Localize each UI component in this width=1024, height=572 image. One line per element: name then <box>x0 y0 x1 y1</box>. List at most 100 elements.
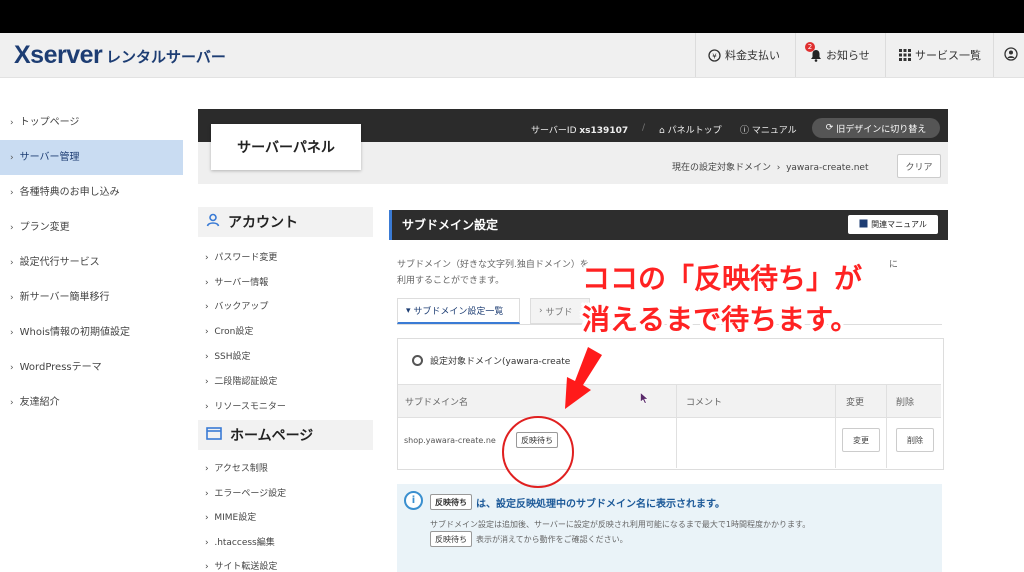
manual-link[interactable]: ⓘ マニュアル <box>740 123 797 136</box>
menu-item-label: .htaccess編集 <box>214 538 275 548</box>
menu-item-mime[interactable]: › MIME設定 <box>205 510 256 523</box>
manual-label: マニュアル <box>751 126 797 136</box>
radio-button[interactable] <box>412 355 423 366</box>
sidebar: › トップページ › サーバー管理 › 各種特典のお申し込み › プラン変更 › 設定代行… <box>0 105 183 420</box>
menu-item-label: バックアップ <box>214 302 269 312</box>
sidebar-item-label: 各種特典のお申し込み <box>19 187 120 198</box>
pending-status-badge: 反映待ち <box>430 494 472 510</box>
sidebar-item-server-management[interactable]: › サーバー管理 <box>0 140 183 175</box>
notice-count-badge: 2 <box>805 41 815 52</box>
column-header-change: 変更 <box>846 398 865 408</box>
billing-label: 料金支払い <box>725 49 780 62</box>
tab-label: サブド <box>545 307 573 318</box>
chevron-right-icon: › <box>10 293 14 303</box>
chevron-right-icon: › <box>10 398 14 408</box>
tab-label: サブドメイン設定一覧 <box>413 307 504 317</box>
sidebar-item-plan-change[interactable]: › プラン変更 <box>0 210 183 245</box>
description-line-2: 利用することができます。 <box>397 276 505 286</box>
menu-item-error-page[interactable]: › エラーページ設定 <box>205 486 286 499</box>
menu-item-cron[interactable]: › Cron設定 <box>205 324 253 337</box>
notices-label: お知らせ <box>826 49 870 62</box>
change-button[interactable]: 変更 <box>842 428 880 452</box>
target-domain-radio[interactable]: 設定対象ドメイン(yawara-create <box>412 354 570 367</box>
info-line-3: 反映待ち 表示が消えてから動作をご確認ください。 <box>430 531 628 547</box>
brand-logo[interactable]: Xserver <box>14 41 103 70</box>
column-header-name: サブドメイン名 <box>405 398 469 408</box>
clear-button[interactable]: クリア <box>897 154 941 178</box>
sidebar-item-benefits[interactable]: › 各種特典のお申し込み <box>0 175 183 210</box>
radio-label: 設定対象ドメイン(yawara-create <box>430 357 571 367</box>
pending-status-badge: 反映待ち <box>430 531 472 547</box>
chevron-down-icon: ▾ <box>406 305 414 316</box>
related-manual-button[interactable]: 関連マニュアル <box>848 215 938 234</box>
tab-subdomain-add[interactable]: › サブド <box>530 298 590 324</box>
homepage-menu-header: ホームページ <box>198 420 373 450</box>
book-icon <box>859 219 868 230</box>
home-icon: ⌂ <box>659 126 665 136</box>
menu-item-label: サイト転送設定 <box>214 562 278 572</box>
chevron-right-icon: › <box>10 258 14 268</box>
subdomain-name: shop.yawara-create.ne <box>404 436 496 445</box>
chevron-right-icon: › <box>10 118 14 128</box>
menu-item-site-transfer[interactable]: › サイト転送設定 <box>205 559 277 572</box>
sidebar-item-label: Whois情報の初期値設定 <box>19 327 130 338</box>
menu-item-access-restriction[interactable]: › アクセス制限 <box>205 461 268 474</box>
sidebar-item-label: 友達紹介 <box>19 397 60 408</box>
sidebar-item-migration[interactable]: › 新サーバー簡単移行 <box>0 280 183 315</box>
switch-old-design-button[interactable]: ⟳ 旧デザインに切り替え <box>812 118 940 138</box>
notices-link[interactable]: 2 お知らせ <box>805 41 870 63</box>
sidebar-item-whois[interactable]: › Whois情報の初期値設定 <box>0 315 183 350</box>
separator-icon: › <box>773 163 784 173</box>
menu-item-ssh[interactable]: › SSH設定 <box>205 349 251 362</box>
column-divider <box>676 384 677 468</box>
panel-top-link[interactable]: ⌂ パネルトップ <box>659 123 722 136</box>
delete-button[interactable]: 削除 <box>896 428 934 452</box>
chevron-right-icon: › <box>10 153 14 163</box>
related-manual-label: 関連マニュアル <box>871 220 927 229</box>
menu-item-password-change[interactable]: › パスワード変更 <box>205 250 277 263</box>
account-menu-header: アカウント <box>198 207 373 237</box>
chevron-right-icon: › <box>10 188 14 198</box>
sidebar-item-label: 新サーバー簡単移行 <box>19 292 110 303</box>
top-header: Xserver レンタルサーバー ¥ 料金支払い 2 お知らせ サービス一覧 <box>0 33 1024 78</box>
window-icon <box>206 426 222 444</box>
account-menu-button[interactable] <box>1004 47 1018 61</box>
menu-item-label: エラーページ設定 <box>214 489 287 499</box>
tab-subdomain-list[interactable]: ▾ サブドメイン設定一覧 <box>397 298 520 324</box>
sidebar-item-setup-service[interactable]: › 設定代行サービス <box>0 245 183 280</box>
panel-header-separator: / <box>642 123 646 133</box>
user-icon <box>1004 47 1018 61</box>
info-line-1: 反映待ち は、設定反映処理中のサブドメイン名に表示されます。 <box>430 494 725 510</box>
billing-link[interactable]: ¥ 料金支払い <box>708 47 780 63</box>
chevron-right-icon: › <box>10 328 14 338</box>
services-link[interactable]: サービス一覧 <box>899 47 981 63</box>
menu-item-label: 二段階認証設定 <box>214 377 278 387</box>
target-domain-value: yawara-create.net <box>786 163 869 173</box>
menu-item-resource-monitor[interactable]: › リソースモニター <box>205 399 286 412</box>
sidebar-item-referral[interactable]: › 友達紹介 <box>0 385 183 420</box>
column-header-delete: 削除 <box>896 398 915 408</box>
sidebar-item-label: 設定代行サービス <box>19 257 100 268</box>
column-divider <box>835 384 836 468</box>
menu-item-htaccess[interactable]: › .htaccess編集 <box>205 535 275 548</box>
menu-item-server-info[interactable]: › サーバー情報 <box>205 275 268 288</box>
sidebar-item-label: トップページ <box>19 117 80 128</box>
sidebar-item-top[interactable]: › トップページ <box>0 105 183 140</box>
info-text-2: サブドメイン設定は追加後、サーバーに設定が反映され利用可能になるまで最大で1時間… <box>430 520 811 529</box>
menu-item-label: リソースモニター <box>214 402 286 412</box>
column-header-comment: コメント <box>686 398 723 408</box>
menu-item-label: パスワード変更 <box>214 253 278 263</box>
chevron-right-icon: › <box>10 363 14 373</box>
menu-item-2fa[interactable]: › 二段階認証設定 <box>205 374 277 387</box>
bell-icon: 2 <box>805 41 822 62</box>
sidebar-item-wordpress-theme[interactable]: › WordPressテーマ <box>0 350 183 385</box>
annotation-line-2: 消えるまで待ちます。 <box>582 303 859 336</box>
annotation-line-1: ココの「反映待ち」が <box>582 262 863 295</box>
yen-icon: ¥ <box>708 48 721 62</box>
homepage-menu-title: ホームページ <box>230 428 314 444</box>
column-divider <box>886 384 887 468</box>
header-divider <box>993 33 994 77</box>
menu-item-backup[interactable]: › バックアップ <box>205 299 268 312</box>
annotation-circle <box>502 416 574 488</box>
info-text-1: は、設定反映処理中のサブドメイン名に表示されます。 <box>476 498 725 510</box>
